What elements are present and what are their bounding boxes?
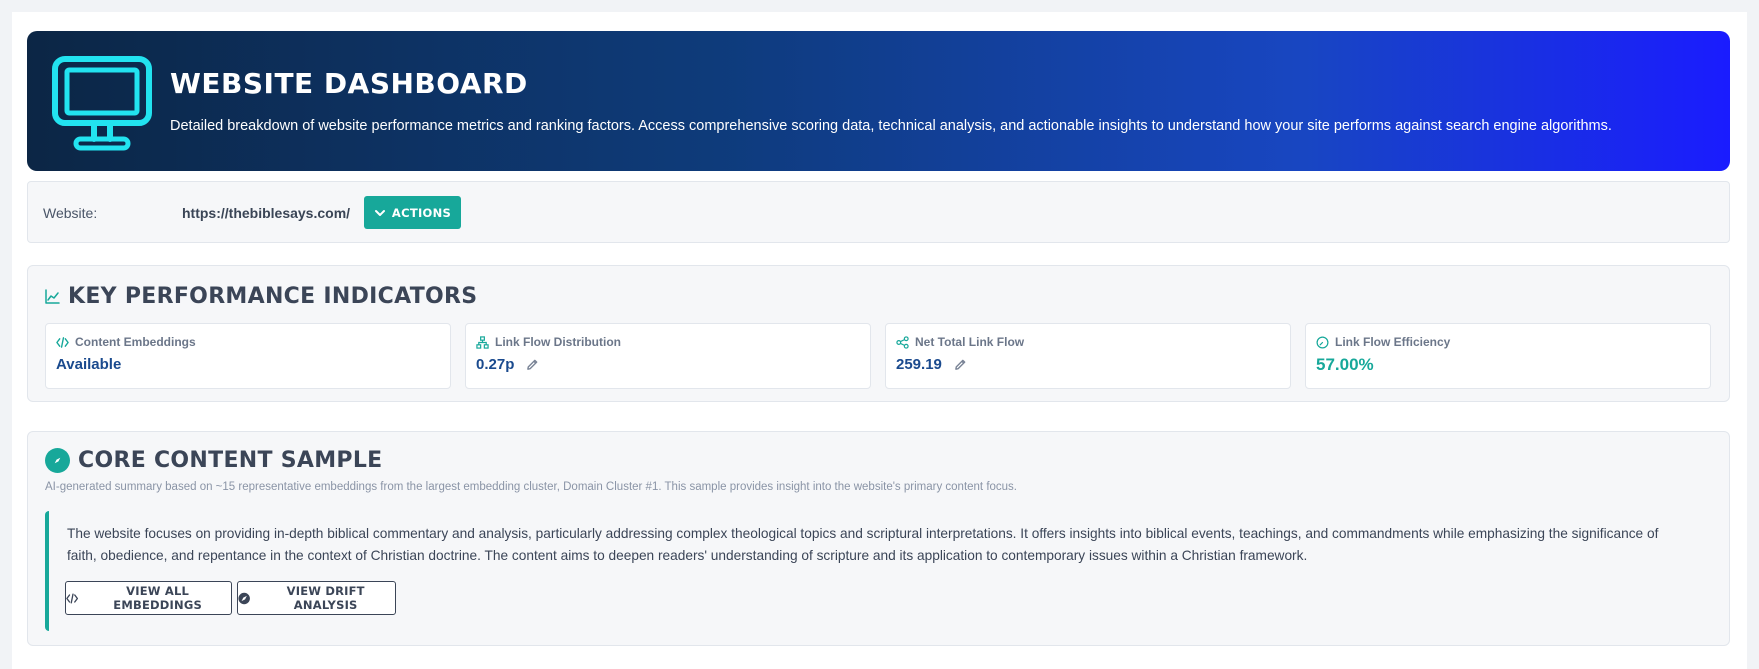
kpi-card-content-embeddings: Content Embeddings Available <box>45 323 451 389</box>
website-label: Website: <box>43 205 98 221</box>
kpi-label-row: Content Embeddings <box>56 335 196 349</box>
core-title: CORE CONTENT SAMPLE <box>78 448 383 473</box>
code-icon <box>56 336 69 348</box>
actions-button[interactable]: ACTIONS <box>364 196 461 229</box>
chevron-down-icon <box>374 209 385 216</box>
website-url[interactable]: https://thebiblesays.com/ <box>182 205 350 221</box>
summary-block: The website focuses on providing in-dept… <box>45 511 1715 631</box>
summary-text: The website focuses on providing in-dept… <box>67 526 1659 563</box>
actions-label: ACTIONS <box>391 205 452 220</box>
kpi-label: Net Total Link Flow <box>915 335 1025 349</box>
kpi-value-text: 259.19 <box>896 356 942 373</box>
kpi-label-row: Link Flow Efficiency <box>1316 335 1450 349</box>
chart-line-icon <box>45 289 60 304</box>
kpi-value-text: 0.27p <box>476 356 515 373</box>
core-content-panel: CORE CONTENT SAMPLE AI-generated summary… <box>27 431 1730 646</box>
kpi-value: 57.00% <box>1316 355 1374 375</box>
view-drift-analysis-button[interactable]: VIEW DRIFT ANALYSIS <box>237 581 396 615</box>
kpi-card-link-flow-distribution: Link Flow Distribution 0.27p <box>465 323 871 389</box>
compass-icon <box>238 592 250 604</box>
pencil-icon[interactable] <box>526 358 539 371</box>
kpi-card-net-total-link-flow: Net Total Link Flow 259.19 <box>885 323 1291 389</box>
kpi-panel: KEY PERFORMANCE INDICATORS Content Embed… <box>27 265 1730 402</box>
view-all-embeddings-button[interactable]: VIEW ALL EMBEDDINGS <box>65 581 232 615</box>
page-subtitle: Detailed breakdown of website performanc… <box>170 118 1612 134</box>
kpi-value-text: 57.00% <box>1316 355 1374 374</box>
kpi-label: Content Embeddings <box>75 335 196 349</box>
sitemap-icon <box>476 335 489 349</box>
page-title: WEBSITE DASHBOARD <box>170 67 528 100</box>
kpi-value: 0.27p <box>476 356 539 373</box>
kpi-label-row: Net Total Link Flow <box>896 335 1024 349</box>
view-all-embeddings-label: VIEW ALL EMBEDDINGS <box>113 584 202 612</box>
kpi-value: 259.19 <box>896 356 967 373</box>
pencil-icon[interactable] <box>954 358 967 371</box>
website-row: Website: https://thebiblesays.com/ ACTIO… <box>27 181 1730 243</box>
monitor-icon <box>52 56 152 151</box>
kpi-value-text: Available <box>56 356 122 373</box>
core-subtitle: AI-generated summary based on ~15 repres… <box>45 481 1017 493</box>
view-drift-analysis-label: VIEW DRIFT ANALYSIS <box>286 584 365 612</box>
kpi-label: Link Flow Distribution <box>495 335 621 349</box>
dashboard-header: WEBSITE DASHBOARD Detailed breakdown of … <box>27 31 1730 171</box>
kpi-label: Link Flow Efficiency <box>1335 335 1451 349</box>
kpi-heading: KEY PERFORMANCE INDICATORS <box>45 284 477 309</box>
kpi-title: KEY PERFORMANCE INDICATORS <box>68 284 478 309</box>
kpi-label-row: Link Flow Distribution <box>476 335 621 349</box>
core-heading: CORE CONTENT SAMPLE <box>45 448 382 473</box>
gauge-icon <box>1316 336 1329 348</box>
share-icon <box>896 335 909 349</box>
kpi-card-link-flow-efficiency: Link Flow Efficiency 57.00% <box>1305 323 1711 389</box>
code-icon <box>66 592 79 604</box>
kpi-value: Available <box>56 356 121 373</box>
compass-icon <box>45 448 70 473</box>
